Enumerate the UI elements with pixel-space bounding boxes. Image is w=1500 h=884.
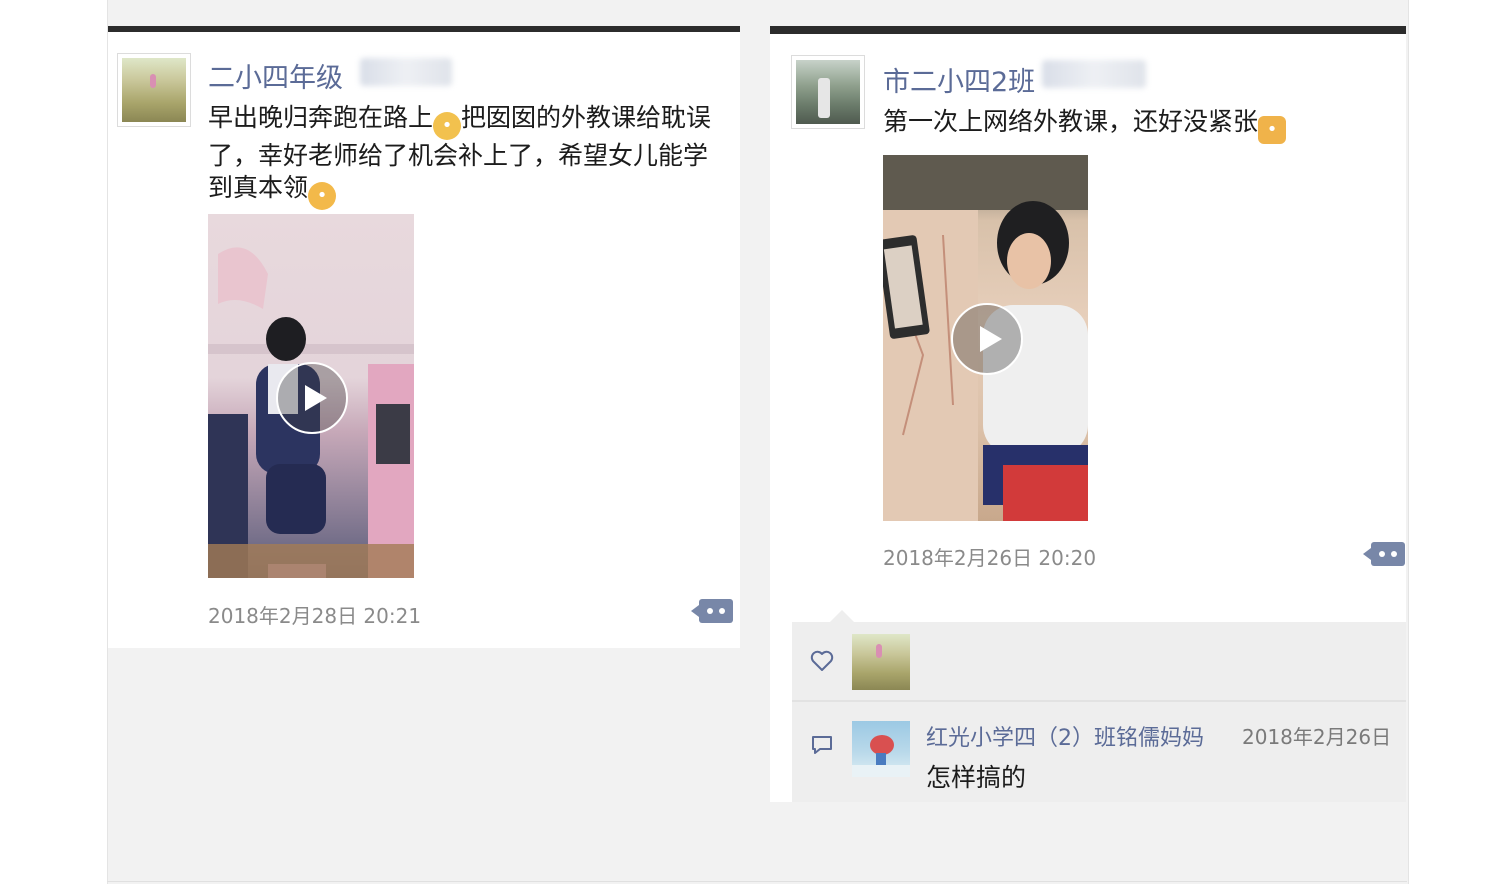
author-avatar[interactable] [117,53,191,127]
post-text: 早出晚归奔跑在路上 • 把囡囡的外教课给耽误 了，幸好老师给了机会补上了，希望女儿能… [208,102,738,210]
video-thumbnail[interactable] [208,214,414,578]
moment-post-1: 二小四年级 早出晚归奔跑在路上 • 把囡囡的外教课给耽误 了，幸好老师给了机会补上了… [108,26,740,648]
comment-icon [812,736,832,754]
post-text-line: 把囡囡的外教课给耽误 [461,103,712,132]
moment-post-2: 市二小四2班 第一次上网络外教课，还好没紧张 • 2018年2月26日 20:20 [770,26,1406,802]
comment-text: 怎样搞的 [926,763,1027,792]
avatar-photo [796,60,860,124]
post-text-line: 第一次上网络外教课，还好没紧张 [883,107,1259,136]
comments-section: 红光小学四（2）班铭儒妈妈 2018年2月26日 怎样搞的 [792,702,1406,802]
commenter-avatar[interactable] [852,721,910,777]
post-text-line: 了，幸好老师给了机会补上了，希望女儿能学 [208,141,709,170]
comment-date: 2018年2月26日 [1242,725,1392,749]
post-text: 第一次上网络外教课，还好没紧张 • [883,106,1403,144]
name-blur-mask [1042,60,1146,88]
avatar-photo [122,58,186,122]
comment-more-icon[interactable] [691,599,733,623]
thumbs-up-icon: • [1258,116,1287,144]
avatar-photo [852,735,910,777]
post-text-line: 早出晚归奔跑在路上 [208,103,434,132]
post-text-line: 到真本领 [208,173,309,202]
commenter-name[interactable]: 红光小学四（2）班铭儒妈妈 [926,720,1204,752]
post-timestamp: 2018年2月28日 20:21 [208,604,422,628]
author-name[interactable]: 二小四年级 [208,56,343,95]
avatar-figure [876,644,882,658]
sweat-face-icon: • [433,112,462,140]
bottom-divider [107,881,1407,882]
heart-icon [810,650,834,671]
play-icon[interactable] [951,303,1023,375]
panel-top-bar [108,26,740,32]
name-blur-mask [360,58,452,86]
likes-section [792,610,1406,700]
avatar-figure [818,78,830,118]
happy-face-icon: • [308,182,337,210]
likes-arrow [830,610,854,622]
comment-more-icon[interactable] [1363,542,1405,566]
liker-avatar[interactable] [852,634,910,690]
avatar-figure [150,74,156,88]
panel-top-bar [770,26,1406,34]
author-avatar[interactable] [791,55,865,129]
post-timestamp: 2018年2月26日 20:20 [883,546,1097,570]
video-thumbnail[interactable] [883,155,1088,521]
author-name[interactable]: 市二小四2班 [883,60,1035,99]
play-icon[interactable] [276,362,348,434]
